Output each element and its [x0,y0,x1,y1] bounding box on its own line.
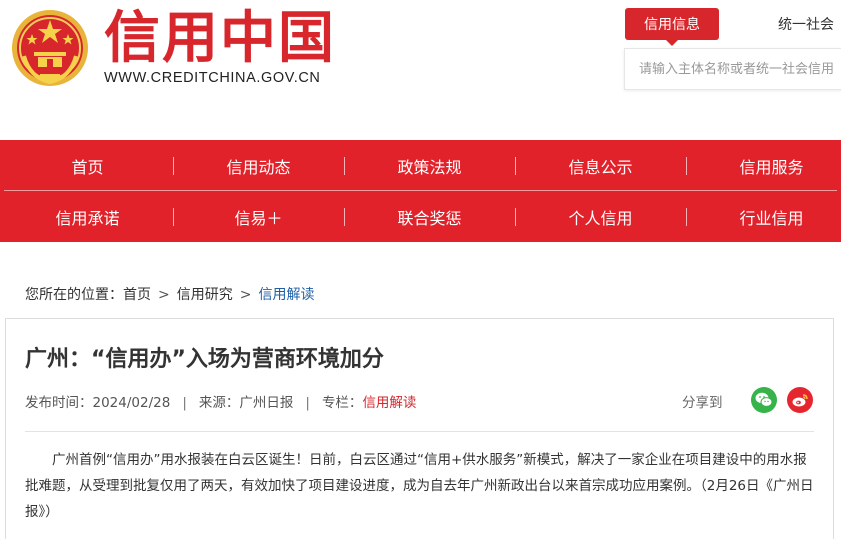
publish-label: 发布时间： [25,395,93,411]
breadcrumb-separator: > [239,287,252,303]
wechat-share-icon[interactable] [751,387,777,413]
main-nav: 首页 信用动态 政策法规 信息公示 信用服务 信用承诺 信易＋ 联合奖惩 个人信… [0,140,841,242]
site-title[interactable]: 信用中国 [104,6,336,72]
publish-date: 2024/02/28 [92,395,171,411]
nav-item-credit-news[interactable]: 信用动态 [173,140,344,191]
article-panel: 广州：“信用办”入场为营商环境加分 发布时间：2024/02/28 | 来源：广州日… [5,318,834,539]
article-divider [25,431,814,432]
column-label: 专栏： [321,395,363,411]
search-tab-unified-code[interactable]: 统一社会 [778,14,834,34]
nav-item-credit-pledge[interactable]: 信用承诺 [2,191,173,242]
nav-item-xinyi-plus[interactable]: 信易＋ [173,191,344,242]
search-input[interactable] [625,49,841,89]
article-body: 广州首例“信用办”用水报装在白云区诞生！日前，白云区通过“信用+供水服务”新模式… [25,452,814,520]
nav-item-industry-credit[interactable]: 行业信用 [686,191,841,242]
site-url: WWW.CREDITCHINA.GOV.CN [104,70,321,86]
share-label: 分享到 [682,395,723,411]
search-box [624,48,841,90]
breadcrumb-prefix: 您所在的位置： [25,287,123,303]
meta-separator: | [305,395,310,411]
breadcrumb-separator: > [158,287,170,303]
national-emblem-icon[interactable] [10,8,90,88]
breadcrumb-home[interactable]: 首页 [123,287,151,303]
nav-item-home[interactable]: 首页 [2,140,173,191]
article-title: 广州：“信用办”入场为营商环境加分 [25,347,384,372]
source-name: 广州日报 [239,395,294,411]
nav-item-joint-rewards[interactable]: 联合奖惩 [344,191,515,242]
source-label: 来源： [198,395,240,411]
nav-row-2: 信用承诺 信易＋ 联合奖惩 个人信用 行业信用 [0,191,841,242]
nav-item-disclosure[interactable]: 信息公示 [515,140,686,191]
article-meta: 发布时间：2024/02/28 | 来源：广州日报 | 专栏：信用解读 [25,391,416,411]
search-tab-credit-info[interactable]: 信用信息 [625,8,719,46]
nav-item-credit-service[interactable]: 信用服务 [686,140,841,191]
meta-separator: | [182,395,187,411]
breadcrumb: 您所在的位置：首页 > 信用研究 > 信用解读 [25,284,314,304]
nav-row-1: 首页 信用动态 政策法规 信息公示 信用服务 [0,140,841,191]
nav-item-personal-credit[interactable]: 个人信用 [515,191,686,242]
weibo-share-icon[interactable] [787,387,813,413]
column-link[interactable]: 信用解读 [362,395,416,411]
breadcrumb-current[interactable]: 信用解读 [258,287,314,303]
breadcrumb-section[interactable]: 信用研究 [177,287,233,303]
nav-item-policy[interactable]: 政策法规 [344,140,515,191]
